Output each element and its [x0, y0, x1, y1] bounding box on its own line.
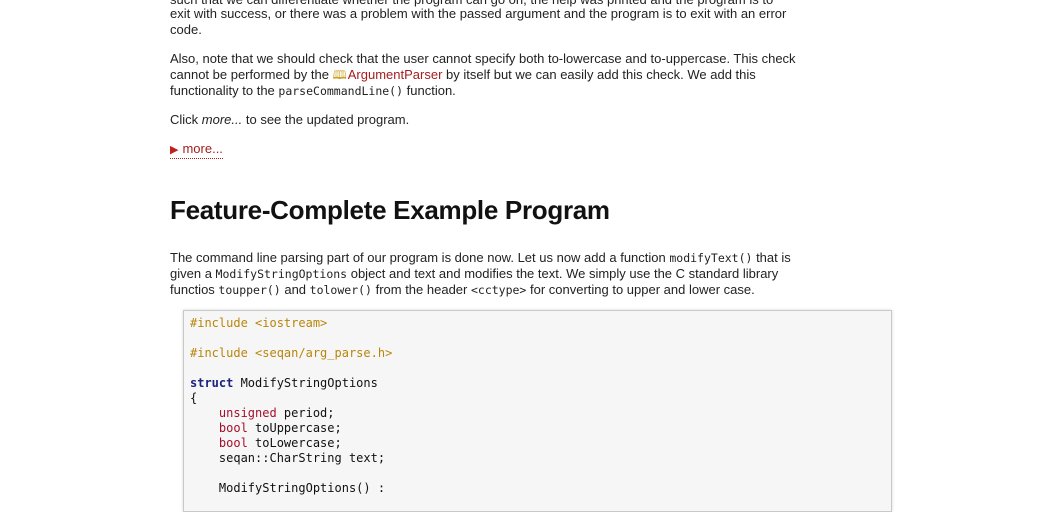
paragraph-text: that is — [752, 250, 791, 265]
code-text: ModifyStringOptions — [233, 376, 378, 390]
paragraph-modify-text: The command line parsing part of our pro… — [170, 250, 791, 298]
paragraph-exit-status: exit with success, or there was a proble… — [170, 6, 786, 38]
code-text: ModifyStringOptions() : — [218, 481, 386, 495]
code-line: #include <seqan/arg_parse.h> — [190, 346, 393, 360]
code-block[interactable]: #include <iostream> #include <seqan/arg_p… — [183, 310, 892, 512]
code-text: toUppercase; — [247, 421, 342, 435]
paragraph-text: for converting to upper and lower case. — [526, 282, 755, 297]
code-line: { — [190, 391, 198, 405]
paragraph-text: to see the updated program. — [242, 112, 410, 127]
code-line: #include <iostream> — [190, 316, 328, 330]
inline-code: modifyText() — [669, 251, 753, 265]
code-type: unsigned — [218, 406, 277, 420]
paragraph-text: given a — [170, 266, 216, 281]
code-listing: #include <iostream> #include <seqan/arg_p… — [184, 311, 891, 496]
code-line: bool toLowercase; — [190, 436, 891, 451]
code-text: toLowercase; — [247, 436, 342, 450]
emphasis-text: more... — [201, 112, 243, 127]
paragraph-text: function. — [403, 83, 456, 98]
paragraph-text: Also, note that we should check that the… — [170, 51, 796, 66]
code-text: period; — [276, 406, 335, 420]
paragraph-text: and — [280, 282, 310, 297]
inline-code: <cctype> — [470, 283, 527, 297]
paragraph-text: functionality to the — [170, 83, 279, 98]
code-type: bool — [218, 421, 248, 435]
inline-code: parseCommandLine() — [278, 84, 404, 98]
paragraph-text: functios — [170, 282, 219, 297]
paragraph-text: by itself but we can easily add this che… — [442, 67, 756, 82]
paragraph-text: The command line parsing part of our pro… — [170, 250, 670, 265]
triangle-right-icon: ▶ — [170, 144, 179, 156]
code-type: bool — [218, 436, 248, 450]
code-text: seqan::CharString text; — [218, 451, 386, 465]
book-icon: 🕮 — [332, 68, 347, 82]
paragraph-text: cannot be performed by the — [170, 67, 333, 82]
code-line: unsigned period; — [190, 406, 891, 421]
paragraph-text: exit with success, or there was a proble… — [170, 6, 787, 21]
paragraph-click-more: Click more... to see the updated program… — [170, 112, 409, 128]
code-keyword: struct — [190, 376, 234, 390]
code-line: struct ModifyStringOptions — [190, 376, 891, 391]
code-line: seqan::CharString text; — [190, 451, 891, 466]
inline-code: ModifyStringOptions — [215, 267, 348, 281]
paragraph-text: object and text and modifies the text. W… — [347, 266, 779, 281]
argumentparser-link[interactable]: 🕮ArgumentParser — [333, 67, 443, 82]
paragraph-text: from the header — [371, 282, 471, 297]
link-label: ArgumentParser — [347, 67, 443, 82]
inline-code: tolower() — [309, 283, 372, 297]
inline-code: toupper() — [218, 283, 281, 297]
section-title: Feature-Complete Example Program — [170, 195, 610, 225]
paragraph-check-note: Also, note that we should check that the… — [170, 51, 796, 99]
code-line: ModifyStringOptions() : — [190, 481, 891, 496]
more-label: more... — [182, 141, 223, 156]
more-toggle[interactable]: ▶ more... — [170, 141, 223, 159]
paragraph-text: Click — [170, 112, 202, 127]
code-line: bool toUppercase; — [190, 421, 891, 436]
paragraph-text: code. — [170, 22, 202, 37]
